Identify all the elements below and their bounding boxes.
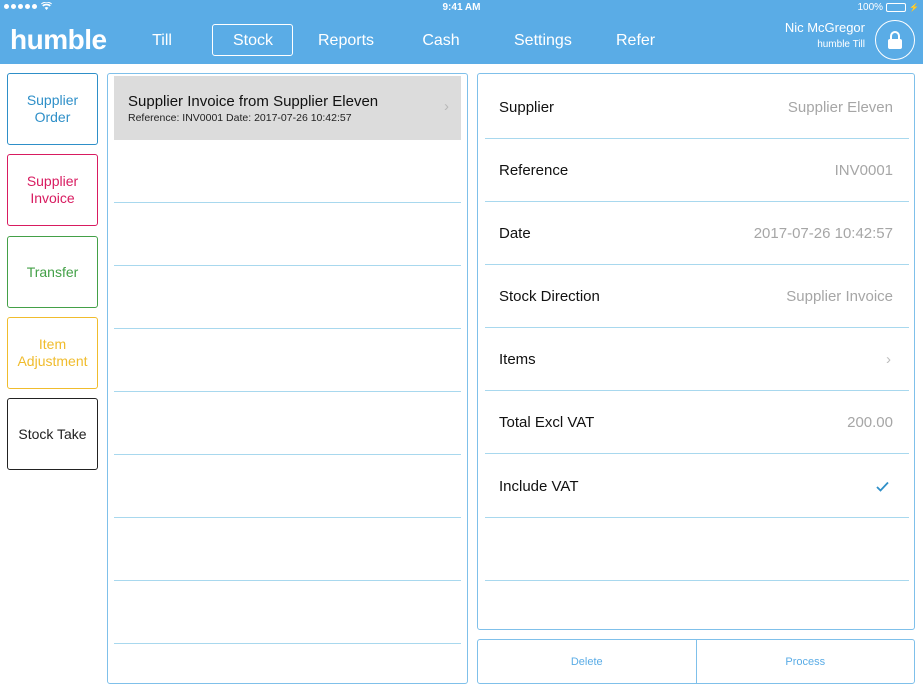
list-row-empty (114, 580, 461, 644)
user-subtitle: humble Till (817, 39, 865, 50)
status-bar: 9:41 AM 100% ⚡ (0, 0, 923, 16)
list-row-empty (114, 517, 461, 581)
process-button[interactable]: Process (695, 640, 915, 683)
date-label: Date (499, 225, 531, 242)
app-window: 9:41 AM 100% ⚡ humble Till Stock Reports… (0, 0, 923, 692)
detail-date[interactable]: Date 2017-07-26 10:42:57 (485, 201, 909, 265)
main-nav: Till Stock Reports Cash Up Settings Refe… (120, 24, 673, 81)
reference-value: INV0001 (834, 162, 893, 179)
detail-reference[interactable]: Reference INV0001 (485, 138, 909, 202)
detail-items[interactable]: Items › (485, 327, 909, 391)
list-row-empty (114, 391, 461, 455)
list-item-title: Supplier Invoice from Supplier Eleven (128, 93, 379, 110)
supplier-order-button[interactable]: Supplier Order (7, 73, 98, 145)
checkmark-icon (876, 479, 889, 497)
top-bar: 9:41 AM 100% ⚡ humble Till Stock Reports… (0, 0, 923, 81)
list-item-subtitle: Reference: INV0001 Date: 2017-07-26 10:4… (128, 112, 352, 124)
battery-percent: 100% (857, 2, 884, 13)
delete-button[interactable]: Delete (478, 640, 696, 683)
date-value: 2017-07-26 10:42:57 (753, 225, 893, 242)
tab-reports[interactable]: Reports (297, 24, 393, 56)
tab-cash-up[interactable]: Cash Up (393, 24, 489, 81)
chevron-right-icon: › (444, 98, 449, 115)
action-bar: Delete Process (477, 639, 915, 684)
invoice-details: Supplier Supplier Eleven Reference INV00… (477, 73, 915, 630)
tab-stock[interactable]: Stock (212, 24, 293, 56)
detail-supplier[interactable]: Supplier Supplier Eleven (485, 75, 909, 139)
charging-icon: ⚡ (909, 3, 919, 12)
chevron-right-icon: › (886, 351, 891, 368)
stock-take-button[interactable]: Stock Take (7, 398, 98, 470)
stock-direction-label: Stock Direction (499, 288, 600, 305)
reference-label: Reference (499, 162, 569, 179)
include-vat-label: Include VAT (499, 478, 579, 495)
stock-direction-value: Supplier Invoice (786, 288, 893, 305)
supplier-invoice-button[interactable]: Supplier Invoice (7, 154, 98, 226)
battery-icon (886, 3, 907, 12)
list-row-empty (114, 328, 461, 392)
list-row-empty (114, 454, 461, 518)
detail-include-vat[interactable]: Include VAT (485, 454, 909, 518)
tab-settings[interactable]: Settings (493, 24, 591, 56)
item-adjustment-button[interactable]: Item Adjustment (7, 317, 98, 389)
list-row-empty (114, 202, 461, 266)
tab-till[interactable]: Till (120, 24, 204, 56)
detail-stock-direction[interactable]: Stock Direction Supplier Invoice (485, 264, 909, 328)
supplier-value: Supplier Eleven (787, 99, 893, 116)
battery-status: 100% ⚡ (857, 2, 919, 13)
detail-row-empty (485, 517, 909, 581)
user-name: Nic McGregor (784, 20, 865, 35)
transfer-button[interactable]: Transfer (7, 236, 98, 308)
total-excl-vat-value: 200.00 (847, 414, 893, 431)
list-item[interactable]: Supplier Invoice from Supplier Eleven Re… (114, 76, 461, 140)
status-time: 9:41 AM (442, 2, 481, 13)
app-logo: humble (10, 24, 107, 55)
total-excl-vat-label: Total Excl VAT (499, 414, 595, 431)
lock-button[interactable] (875, 20, 915, 60)
detail-total-excl-vat[interactable]: Total Excl VAT 200.00 (485, 390, 909, 454)
invoice-list: Supplier Invoice from Supplier Eleven Re… (107, 73, 468, 684)
list-row-empty (114, 139, 461, 203)
supplier-label: Supplier (499, 99, 555, 116)
items-label: Items (499, 351, 536, 368)
user-info: Nic McGregor humble Till (785, 20, 865, 50)
lock-icon (888, 31, 902, 49)
list-row-empty (114, 265, 461, 329)
tab-refer[interactable]: Refer (595, 24, 673, 56)
